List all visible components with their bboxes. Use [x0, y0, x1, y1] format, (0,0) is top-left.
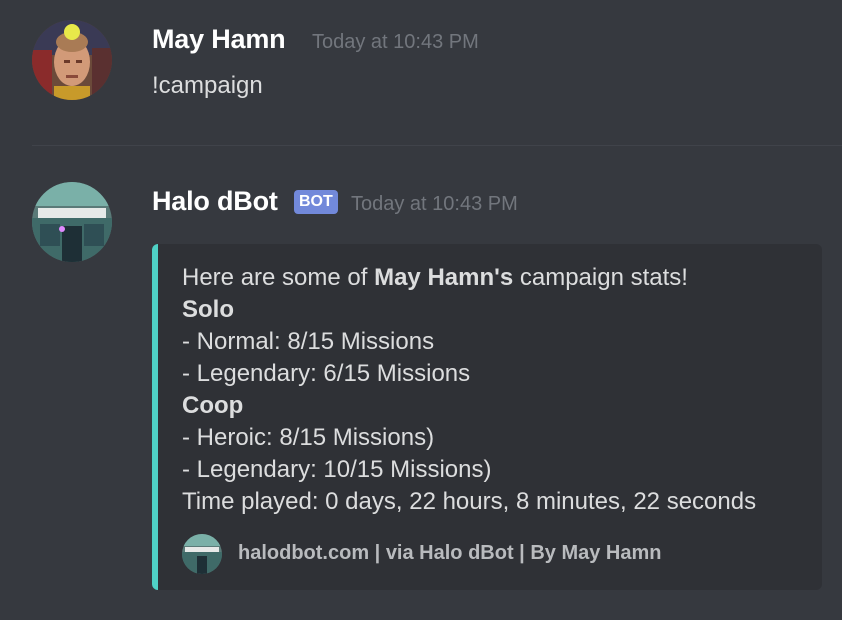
coop-heading: Coop: [182, 392, 244, 419]
message-text: !campaign: [152, 72, 263, 99]
solo-heading: Solo: [182, 296, 234, 323]
coop-legendary-stat: - Legendary: 10/15 Missions): [182, 456, 492, 483]
campaign-stats-embed: Here are some of May Hamn's campaign sta…: [152, 244, 822, 590]
footer-halo-helmet-icon: [182, 534, 222, 574]
message-timestamp: Today at 10:43 PM: [351, 193, 518, 215]
solo-legendary-stat: - Legendary: 6/15 Missions: [182, 360, 471, 387]
author-name[interactable]: May Hamn: [152, 24, 286, 55]
solo-normal-stat: - Normal: 8/15 Missions: [182, 328, 435, 355]
bot-badge: BOT: [294, 190, 338, 214]
message-may-hamn: May Hamn Today at 10:43 PM !campaign: [0, 0, 842, 140]
embed-footer: halodbot.com | via Halo dBot | By May Ha…: [182, 534, 812, 574]
user-avatar-icon[interactable]: [32, 20, 112, 100]
intro-suffix: campaign stats!: [513, 264, 688, 291]
author-name[interactable]: Halo dBot: [152, 186, 278, 217]
footer-text: halodbot.com | via Halo dBot | By May Ha…: [238, 542, 662, 564]
embed-description: Here are some of May Hamn's campaign sta…: [182, 262, 812, 518]
message-timestamp: Today at 10:43 PM: [312, 31, 479, 53]
intro-player-name: May Hamn's: [374, 264, 514, 291]
coop-heroic-stat: - Heroic: 8/15 Missions): [182, 424, 435, 451]
embed-intro: Here are some of May Hamn's campaign sta…: [182, 262, 812, 294]
message-divider: [32, 145, 842, 146]
halo-helmet-icon[interactable]: [32, 182, 112, 262]
time-played: Time played: 0 days, 22 hours, 8 minutes…: [182, 488, 757, 515]
embed-accent-bar: [152, 244, 158, 590]
intro-prefix: Here are some of: [182, 264, 375, 291]
